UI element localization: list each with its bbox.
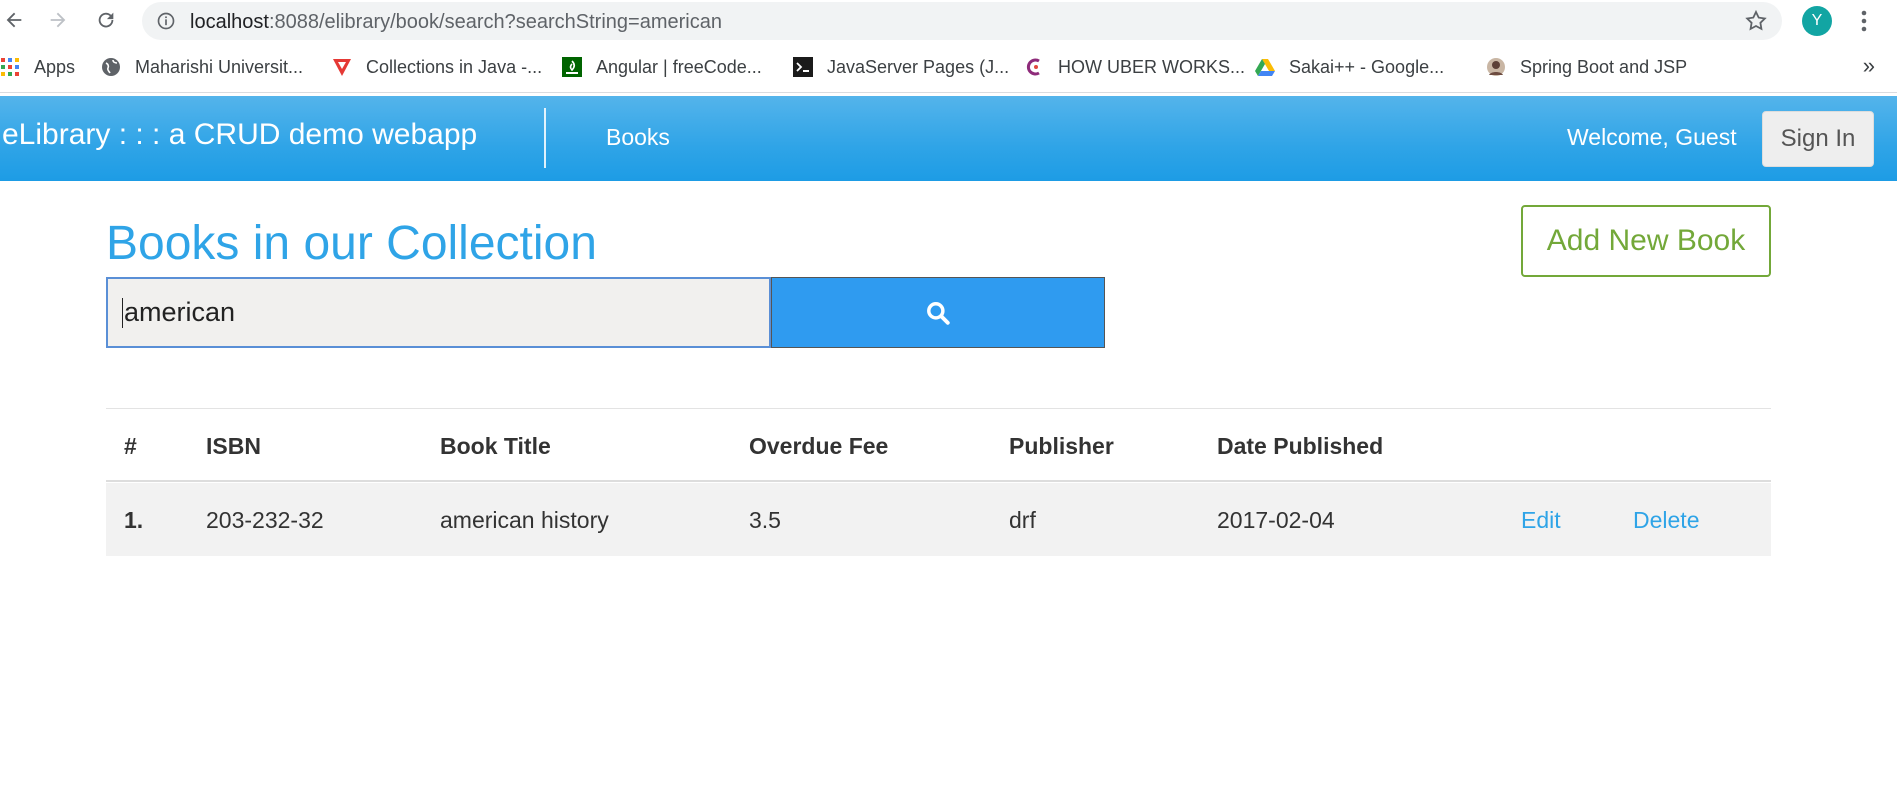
column-header-publisher: Publisher [1009,433,1114,459]
bookmark-label: Sakai++ - Google... [1289,56,1445,77]
sign-in-button[interactable]: Sign In [1762,111,1874,167]
search-input-value: american [124,297,236,327]
column-header-overdue-fee: Overdue Fee [749,433,889,459]
url-text: localhost:8088/elibrary/book/search?sear… [190,11,722,33]
bookmark-label: Apps [34,56,76,77]
cell-title: american history [440,507,609,533]
add-new-book-button[interactable]: Add New Book [1521,205,1771,277]
bookmark-label: JavaServer Pages (J... [827,56,1010,77]
back-icon[interactable] [0,6,28,34]
delete-link[interactable]: Delete [1633,507,1699,534]
terminal-icon [793,57,813,77]
cell-overdue-fee: 3.5 [749,507,781,533]
globe-icon [101,57,121,77]
bookmark-jsp[interactable]: JavaServer Pages (J... [793,54,1009,80]
bookmark-sakai[interactable]: Sakai++ - Google... [1255,54,1444,80]
forward-icon[interactable] [44,6,72,34]
reload-icon[interactable] [92,6,120,34]
bookmark-label: Maharishi Universit... [135,56,304,77]
bookmark-star-icon[interactable] [1744,9,1768,33]
address-bar[interactable]: localhost:8088/elibrary/book/search?sear… [142,2,1782,40]
browser-menu-icon[interactable] [1852,8,1876,34]
red-triangle-icon [332,57,352,77]
apps-grid-icon [0,57,20,77]
brand-link[interactable]: eLibrary : : : a CRUD demo webapp [2,118,477,152]
column-header-date-published: Date Published [1217,433,1384,459]
search-input[interactable]: american [106,277,771,348]
bookmark-label: Angular | freeCode... [596,56,762,77]
profile-avatar[interactable]: Y [1802,6,1832,36]
browser-toolbar: localhost:8088/elibrary/book/search?sear… [0,0,1897,43]
cell-date-published: 2017-02-04 [1217,507,1335,533]
column-header-number: # [124,433,137,459]
bookmarks-overflow-button[interactable]: » [1863,53,1875,79]
freecodecamp-icon [562,57,582,77]
bookmark-spring-boot[interactable]: Spring Boot and JSP [1486,54,1687,80]
table-row: 1. 203-232-32 american history 3.5 drf 2… [106,483,1771,556]
cell-isbn: 203-232-32 [206,507,324,533]
nav-link-books[interactable]: Books [606,124,670,151]
avatar-bookmark-icon [1486,57,1506,77]
uber-logo-icon [1024,57,1044,77]
bookmark-apps[interactable]: Apps [0,54,75,80]
column-header-title: Book Title [440,433,551,459]
bookmarks-bar: Apps Maharishi Universit... Collections … [0,43,1897,93]
bookmark-uber[interactable]: HOW UBER WORKS... [1024,54,1245,80]
bookmark-maharishi[interactable]: Maharishi Universit... [101,54,303,80]
row-number: 1. [124,507,144,533]
bookmark-label: Spring Boot and JSP [1520,56,1688,77]
bookmark-angular[interactable]: Angular | freeCode... [562,54,762,80]
bookmark-label: HOW UBER WORKS... [1058,56,1246,77]
navbar-divider [544,108,546,168]
text-caret [122,297,123,328]
welcome-text: Welcome, Guest [1567,124,1737,150]
column-header-isbn: ISBN [206,433,261,459]
bookmark-label: Collections in Java -... [366,56,543,77]
google-drive-icon [1255,57,1275,77]
bookmark-collections-java[interactable]: Collections in Java -... [332,54,542,80]
edit-link[interactable]: Edit [1521,507,1561,534]
cell-publisher: drf [1009,507,1036,533]
page-title: Books in our Collection [106,217,597,270]
app-navbar: eLibrary : : : a CRUD demo webapp Books … [0,96,1897,181]
table-header: # ISBN Book Title Overdue Fee Publisher … [106,409,1771,482]
search-button[interactable] [771,277,1105,348]
search-icon [927,301,950,325]
site-info-icon[interactable] [156,11,176,31]
